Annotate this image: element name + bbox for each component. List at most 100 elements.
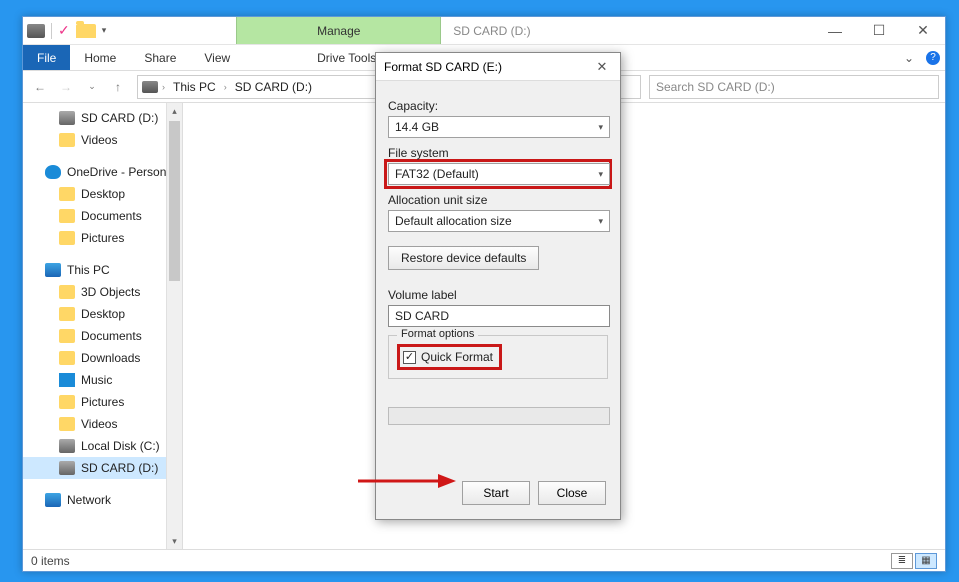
tree-item-music[interactable]: Music [23, 369, 182, 391]
chevron-down-icon: ▾ [598, 122, 603, 133]
folder-icon [59, 209, 75, 223]
volume-label-input[interactable]: SD CARD [388, 305, 610, 327]
help-button[interactable]: ? [921, 45, 945, 70]
manage-contextual-tab[interactable]: Manage [236, 17, 441, 44]
format-dialog: Format SD CARD (E:) ✕ Capacity: 14.4 GB … [375, 52, 621, 520]
network-icon [45, 493, 61, 507]
drive-icon [27, 24, 45, 38]
drive-icon [59, 439, 75, 453]
tree-label: Pictures [81, 231, 124, 245]
tree-label: OneDrive - Person [67, 165, 166, 179]
tree-label: 3D Objects [81, 285, 140, 299]
capacity-select[interactable]: 14.4 GB ▾ [388, 116, 610, 138]
tree-item-pictures[interactable]: Pictures [23, 227, 182, 249]
tree-item-documents[interactable]: Documents [23, 325, 182, 347]
tab-share[interactable]: Share [130, 45, 190, 70]
drive-icon [59, 111, 75, 125]
collapse-ribbon-icon[interactable]: ⌄ [897, 45, 921, 70]
format-options-legend: Format options [397, 328, 478, 340]
allocation-select[interactable]: Default allocation size ▾ [388, 210, 610, 232]
drive-icon [142, 81, 158, 93]
folder-icon[interactable] [76, 24, 96, 38]
quick-format-checkbox[interactable]: ✓ [403, 351, 416, 364]
tree-item-onedrive[interactable]: OneDrive - Person [23, 161, 182, 183]
scroll-up-icon[interactable]: ▴ [167, 103, 182, 119]
filesystem-select[interactable]: FAT32 (Default) ▾ [388, 163, 610, 185]
tree-item-downloads[interactable]: Downloads [23, 347, 182, 369]
search-input[interactable]: Search SD CARD (D:) [649, 75, 939, 99]
tree-item-this-pc[interactable]: This PC [23, 259, 182, 281]
tree-label: Network [67, 493, 111, 507]
tree-item-local-disk[interactable]: Local Disk (C:) [23, 435, 182, 457]
tree-item-desktop[interactable]: Desktop [23, 303, 182, 325]
tree-item-network[interactable]: Network [23, 489, 182, 511]
chevron-right-icon: › [224, 82, 227, 92]
quick-access-toolbar: ✓ ▾ [23, 17, 110, 44]
check-icon[interactable]: ✓ [58, 22, 70, 39]
tree-label: Documents [81, 209, 142, 223]
filesystem-value: FAT32 (Default) [395, 167, 479, 181]
maximize-button[interactable]: ☐ [857, 17, 901, 44]
breadcrumb-this-pc[interactable]: This PC [169, 80, 220, 94]
restore-defaults-button[interactable]: Restore device defaults [388, 246, 539, 270]
close-button[interactable]: ✕ [901, 17, 945, 44]
folder-icon [59, 307, 75, 321]
back-button[interactable]: ← [29, 76, 51, 98]
tab-home[interactable]: Home [70, 45, 130, 70]
recent-locations-button[interactable]: ⌄ [81, 76, 103, 98]
view-buttons: ≣ ▦ [891, 553, 937, 569]
volume-label-label: Volume label [388, 288, 608, 302]
view-details-button[interactable]: ≣ [891, 553, 913, 569]
highlight-filesystem: FAT32 (Default) ▾ [384, 159, 612, 189]
tree-label: Desktop [81, 187, 125, 201]
dropdown-icon[interactable]: ▾ [102, 25, 107, 36]
allocation-label: Allocation unit size [388, 193, 608, 207]
breadcrumb-sd-card[interactable]: SD CARD (D:) [231, 80, 316, 94]
tree-label: This PC [67, 263, 110, 277]
up-button[interactable]: ↑ [107, 76, 129, 98]
close-icon[interactable]: ✕ [592, 59, 612, 75]
tree-label: Desktop [81, 307, 125, 321]
tree-label: Downloads [81, 351, 140, 365]
tree-item-3d-objects[interactable]: 3D Objects [23, 281, 182, 303]
tree-item-sd-card[interactable]: SD CARD (D:) [23, 107, 182, 129]
status-bar: 0 items ≣ ▦ [23, 549, 945, 571]
scroll-down-icon[interactable]: ▾ [167, 533, 182, 549]
filesystem-label: File system [388, 146, 608, 160]
allocation-value: Default allocation size [395, 214, 512, 228]
pc-icon [45, 263, 61, 277]
tree-item-desktop[interactable]: Desktop [23, 183, 182, 205]
tab-file[interactable]: File [23, 45, 70, 70]
navigation-tree: SD CARD (D:) Videos OneDrive - Person De… [23, 103, 183, 549]
tree-item-documents[interactable]: Documents [23, 205, 182, 227]
tree-label: Videos [81, 133, 117, 147]
dialog-body: Capacity: 14.4 GB ▾ File system FAT32 (D… [376, 81, 620, 435]
folder-icon [59, 395, 75, 409]
start-button[interactable]: Start [462, 481, 530, 505]
folder-icon [59, 351, 75, 365]
tree-item-videos[interactable]: Videos [23, 413, 182, 435]
folder-icon [59, 231, 75, 245]
capacity-label: Capacity: [388, 99, 608, 113]
window-controls: — ☐ ✕ [813, 17, 945, 44]
folder-icon [59, 285, 75, 299]
help-icon: ? [926, 51, 940, 65]
tree-label: SD CARD (D:) [81, 111, 158, 125]
close-button[interactable]: Close [538, 481, 606, 505]
scrollbar-thumb[interactable] [169, 121, 180, 281]
chevron-right-icon: › [162, 82, 165, 92]
forward-button[interactable]: → [55, 76, 77, 98]
tree-item-videos[interactable]: Videos [23, 129, 182, 151]
view-icons-button[interactable]: ▦ [915, 553, 937, 569]
tree-scrollbar[interactable]: ▴ ▾ [166, 103, 182, 549]
tree-item-pictures[interactable]: Pictures [23, 391, 182, 413]
quick-format-label: Quick Format [421, 350, 493, 364]
drive-icon [59, 461, 75, 475]
tree-item-sd-card[interactable]: SD CARD (D:) [23, 457, 182, 479]
tab-view[interactable]: View [190, 45, 244, 70]
dialog-title: Format SD CARD (E:) [384, 60, 502, 74]
folder-icon [59, 187, 75, 201]
folder-icon [59, 417, 75, 431]
minimize-button[interactable]: — [813, 17, 857, 44]
music-icon [59, 373, 75, 387]
